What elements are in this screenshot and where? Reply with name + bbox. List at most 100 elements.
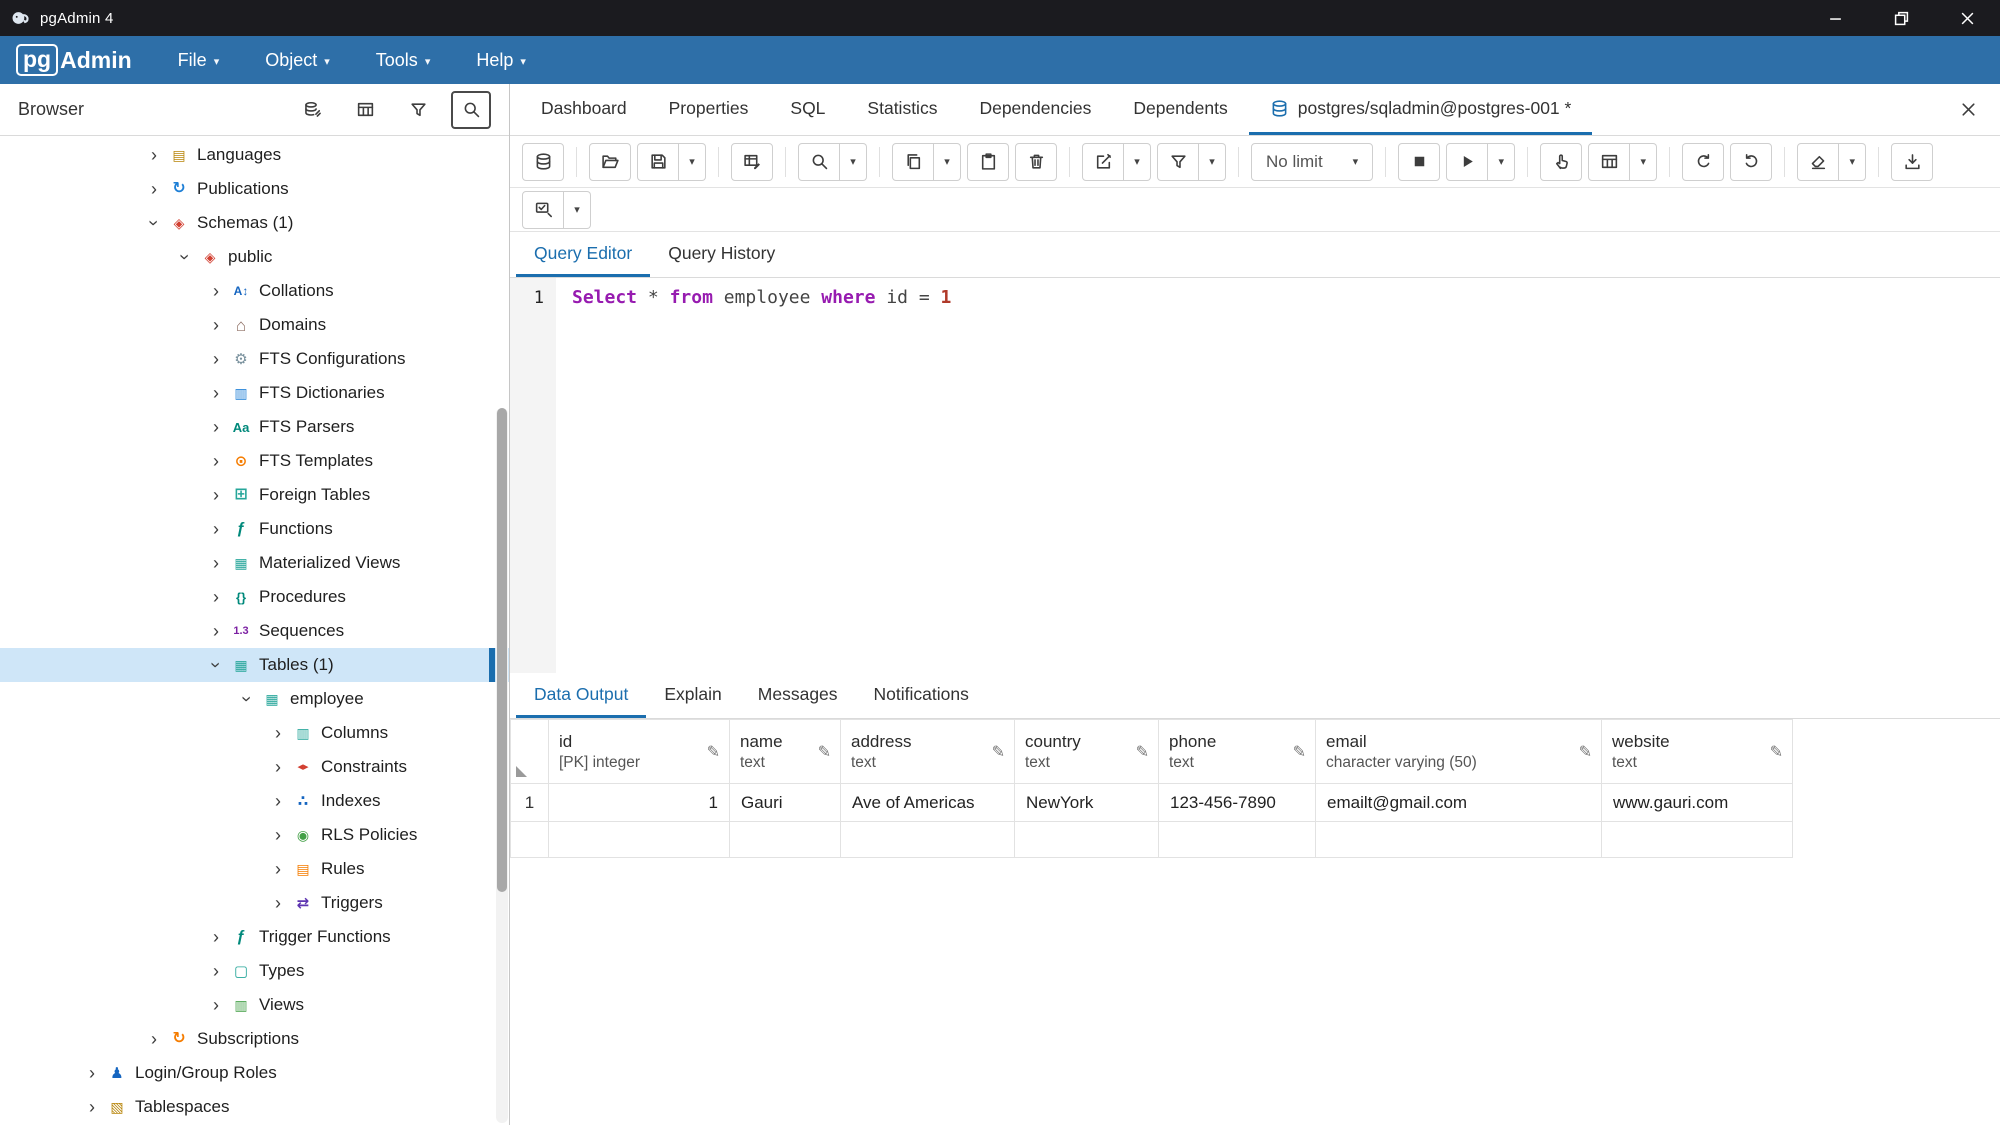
search-button[interactable] [451,91,491,129]
tree-item-indexes[interactable]: ›∴Indexes [0,784,509,818]
subtab-query-history[interactable]: Query History [650,232,793,277]
tree-item-rules[interactable]: ›▤Rules [0,852,509,886]
chevron-right-icon[interactable]: › [203,928,229,946]
tree-item-trigger-functions[interactable]: ›ƒTrigger Functions [0,920,509,954]
download-button[interactable] [1891,143,1933,181]
cell-id[interactable]: 1 [549,784,730,822]
rollback-button[interactable] [1730,143,1772,181]
query-editor[interactable]: 1 Select * from employee where id = 1 [510,278,2000,673]
edit-column-icon[interactable]: ✎ [1579,742,1592,762]
chevron-right-icon[interactable]: › [203,350,229,368]
cell-country[interactable]: NewYork [1015,784,1159,822]
server-connect-button[interactable] [292,91,332,129]
folder-open-button[interactable] [589,143,631,181]
edit-column-icon[interactable]: ✎ [818,742,831,762]
close-window-button[interactable] [1934,0,2000,36]
tree-item-materialized-views[interactable]: ›▦Materialized Views [0,546,509,580]
subtab-data-output[interactable]: Data Output [516,673,646,718]
cell-address[interactable]: Ave of Americas [841,784,1015,822]
search-button[interactable] [798,143,840,181]
cell-name[interactable]: Gauri [730,784,841,822]
chevron-right-icon[interactable]: › [265,826,291,844]
tree-item-publications[interactable]: ›↻Publications [0,172,509,206]
filter-button[interactable] [1157,143,1199,181]
column-header-website[interactable]: websitetext✎ [1602,720,1793,784]
tree-scrollbar[interactable] [496,408,508,1123]
tree-item-fts-templates[interactable]: ›⊙FTS Templates [0,444,509,478]
edit-column-icon[interactable]: ✎ [1293,742,1306,762]
row-number-header[interactable] [511,720,549,784]
chevron-right-icon[interactable]: › [265,758,291,776]
stop-button[interactable] [1398,143,1440,181]
chevron-down-icon[interactable]: › [238,686,256,712]
tab-dashboard[interactable]: Dashboard [520,84,648,135]
tree-item-triggers[interactable]: ›⇄Triggers [0,886,509,920]
subtab-query-editor[interactable]: Query Editor [516,232,650,277]
chevron-right-icon[interactable]: › [203,486,229,504]
tab-properties[interactable]: Properties [648,84,770,135]
tree-item-types[interactable]: ›▢Types [0,954,509,988]
edit-column-icon[interactable]: ✎ [992,742,1005,762]
chevron-right-icon[interactable]: › [141,180,167,198]
database-button[interactable] [522,143,564,181]
connection-status-button[interactable] [522,191,564,229]
chevron-right-icon[interactable]: › [203,962,229,980]
code-area[interactable]: Select * from employee where id = 1 [556,278,951,673]
tab-sql[interactable]: SQL [769,84,846,135]
eraser-dropdown-button[interactable]: ▾ [1839,143,1866,181]
edit-column-icon[interactable]: ✎ [1136,742,1149,762]
tree-item-foreign-tables[interactable]: ›⊞Foreign Tables [0,478,509,512]
play-button[interactable] [1446,143,1488,181]
play-dropdown-button[interactable]: ▾ [1488,143,1515,181]
filter-dropdown-button[interactable]: ▾ [1199,143,1226,181]
chevron-down-icon[interactable]: › [176,244,194,270]
chevron-right-icon[interactable]: › [203,384,229,402]
edit-dropdown-button[interactable]: ▾ [1124,143,1151,181]
copy-dropdown-button[interactable]: ▾ [934,143,961,181]
tree-item-login-group-roles[interactable]: ›♟Login/Group Roles [0,1056,509,1090]
chevron-right-icon[interactable]: › [141,146,167,164]
tree-item-fts-dictionaries[interactable]: ›▥FTS Dictionaries [0,376,509,410]
subtab-explain[interactable]: Explain [646,673,739,718]
chevron-right-icon[interactable]: › [265,724,291,742]
tree-item-tablespaces[interactable]: ›▧Tablespaces [0,1090,509,1124]
tree-item-domains[interactable]: ›⌂Domains [0,308,509,342]
chevron-right-icon[interactable]: › [203,282,229,300]
eraser-button[interactable] [1797,143,1839,181]
paste-button[interactable] [967,143,1009,181]
chevron-right-icon[interactable]: › [265,792,291,810]
tree-item-columns[interactable]: ›▥Columns [0,716,509,750]
save-dropdown-button[interactable]: ▾ [679,143,706,181]
tab-statistics[interactable]: Statistics [846,84,958,135]
chevron-right-icon[interactable]: › [203,452,229,470]
subtab-notifications[interactable]: Notifications [856,673,987,718]
tree-item-functions[interactable]: ›ƒFunctions [0,512,509,546]
cell-phone[interactable]: 123-456-7890 [1159,784,1316,822]
commit-button[interactable] [1682,143,1724,181]
chevron-right-icon[interactable]: › [203,316,229,334]
minimize-button[interactable] [1802,0,1868,36]
menu-help[interactable]: Help▾ [476,50,526,71]
chevron-right-icon[interactable]: › [203,588,229,606]
column-header-name[interactable]: nametext✎ [730,720,841,784]
restore-button[interactable] [1868,0,1934,36]
menu-tools[interactable]: Tools▾ [376,50,431,71]
tree-item-languages[interactable]: ›▤Languages [0,138,509,172]
hand-button[interactable] [1540,143,1582,181]
tree-item-employee[interactable]: ›▦employee [0,682,509,716]
tree-item-subscriptions[interactable]: ›↻Subscriptions [0,1022,509,1056]
chevron-right-icon[interactable]: › [265,894,291,912]
chevron-right-icon[interactable]: › [79,1064,105,1082]
chevron-right-icon[interactable]: › [203,622,229,640]
tab-query-tool[interactable]: postgres/sqladmin@postgres-001 * [1249,84,1593,135]
grid-button[interactable] [345,91,385,129]
column-header-phone[interactable]: phonetext✎ [1159,720,1316,784]
tree-item-collations[interactable]: ›A↕Collations [0,274,509,308]
column-header-id[interactable]: id[PK] integer✎ [549,720,730,784]
column-header-email[interactable]: emailcharacter varying (50)✎ [1316,720,1602,784]
chevron-right-icon[interactable]: › [141,1030,167,1048]
menu-file[interactable]: File▾ [178,50,220,71]
chevron-right-icon[interactable]: › [265,860,291,878]
tab-dependents[interactable]: Dependents [1112,84,1248,135]
chevron-right-icon[interactable]: › [203,418,229,436]
